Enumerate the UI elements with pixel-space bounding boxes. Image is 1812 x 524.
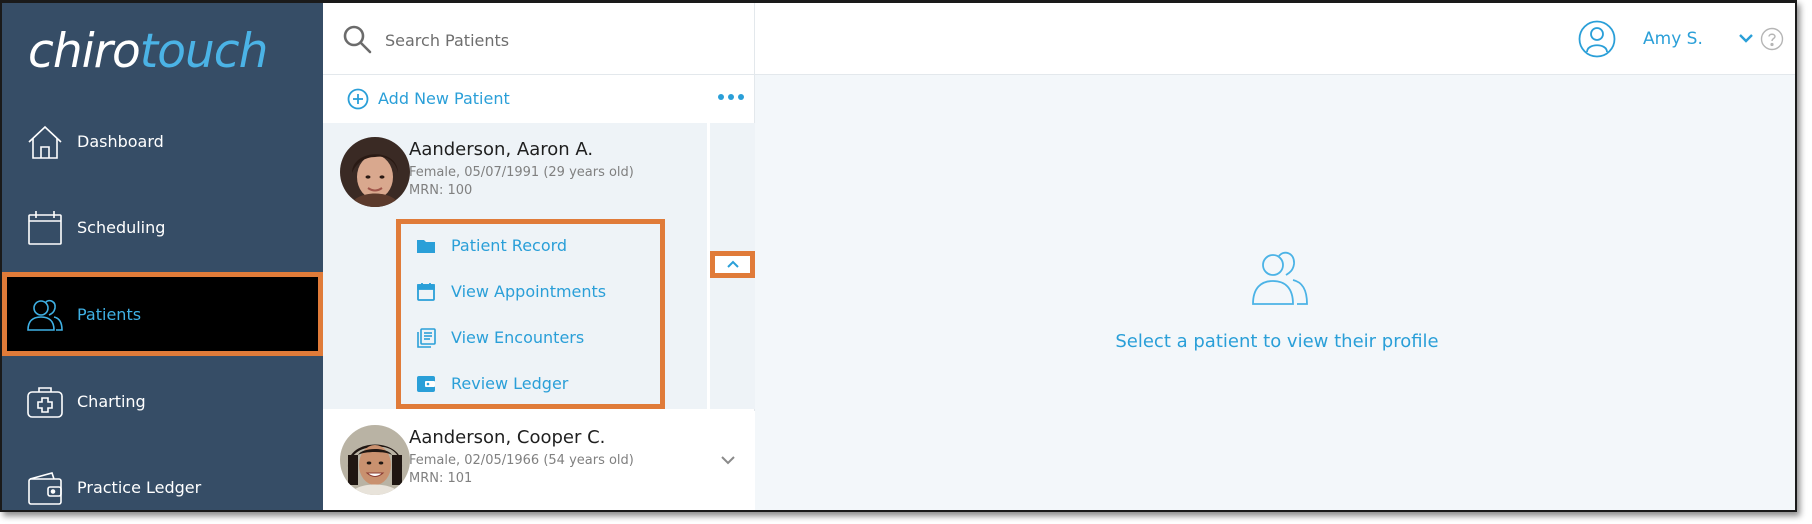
patient-actions-menu: Patient Record View Appointments View En… bbox=[396, 219, 665, 409]
patient-details: Female, 02/05/1966 (54 years old) bbox=[409, 453, 634, 468]
patient-avatar bbox=[340, 137, 410, 207]
top-header: Amy S. bbox=[755, 3, 1795, 75]
patient-details: Female, 05/07/1991 (29 years old) bbox=[409, 165, 634, 180]
logo-text-chiro: chiro bbox=[28, 24, 141, 79]
chevron-down-icon[interactable] bbox=[719, 453, 737, 467]
app-window: chirotouch Dashboard Scheduling Patients… bbox=[0, 0, 1797, 512]
patient-card[interactable]: Aanderson, Cooper C. Female, 02/05/1966 … bbox=[323, 411, 755, 510]
app-logo: chirotouch bbox=[28, 17, 269, 87]
sidebar-item-practice-ledger[interactable]: Practice Ledger bbox=[2, 445, 323, 510]
empty-state-message: Select a patient to view their profile bbox=[1115, 331, 1439, 352]
patient-name: Aanderson, Aaron A. bbox=[409, 139, 594, 160]
action-label: View Encounters bbox=[451, 328, 585, 347]
collapse-patient-button[interactable] bbox=[710, 251, 755, 278]
search-input[interactable] bbox=[383, 23, 727, 57]
logo-text-touch: touch bbox=[139, 24, 269, 79]
search-bar bbox=[323, 3, 755, 75]
sidebar-item-label: Patients bbox=[77, 305, 142, 324]
patient-mrn: MRN: 100 bbox=[409, 183, 473, 198]
chevron-up-icon bbox=[727, 260, 739, 268]
patient-list-panel: Add New Patient Aanderson, Aaron A. Fema… bbox=[323, 75, 755, 510]
action-label: Review Ledger bbox=[451, 374, 569, 393]
users-icon bbox=[27, 299, 63, 331]
sidebar-item-scheduling[interactable]: Scheduling bbox=[2, 185, 323, 271]
more-options-icon[interactable] bbox=[717, 87, 745, 107]
add-new-patient-label: Add New Patient bbox=[378, 89, 510, 108]
chevron-down-icon[interactable] bbox=[1737, 32, 1755, 46]
user-avatar-icon[interactable] bbox=[1578, 20, 1616, 58]
sidebar-item-label: Scheduling bbox=[77, 218, 166, 237]
sidebar: chirotouch Dashboard Scheduling Patients… bbox=[2, 3, 323, 510]
help-icon[interactable] bbox=[1760, 27, 1784, 51]
wallet-icon bbox=[28, 472, 62, 505]
ledger-icon bbox=[417, 376, 435, 392]
sidebar-item-label: Charting bbox=[77, 392, 146, 411]
search-icon bbox=[343, 25, 372, 54]
sidebar-item-charting[interactable]: Charting bbox=[2, 359, 323, 445]
house-icon bbox=[28, 125, 62, 159]
calendar-icon bbox=[417, 283, 435, 301]
folder-icon bbox=[417, 240, 435, 253]
plus-circle-icon bbox=[347, 88, 369, 110]
documents-icon bbox=[417, 328, 436, 348]
patient-name: Aanderson, Cooper C. bbox=[409, 427, 606, 448]
action-label: View Appointments bbox=[451, 282, 607, 301]
calendar-icon bbox=[28, 211, 62, 245]
sidebar-item-patients[interactable]: Patients bbox=[2, 272, 323, 356]
user-menu-name[interactable]: Amy S. bbox=[1643, 3, 1703, 75]
sidebar-item-label: Dashboard bbox=[77, 132, 164, 151]
sidebar-item-dashboard[interactable]: Dashboard bbox=[2, 99, 323, 185]
patient-mrn: MRN: 101 bbox=[409, 471, 473, 486]
sidebar-item-label: Practice Ledger bbox=[77, 478, 202, 497]
action-label: Patient Record bbox=[451, 236, 568, 255]
patient-avatar bbox=[340, 425, 410, 495]
users-icon bbox=[1252, 251, 1308, 305]
medical-kit-icon bbox=[27, 387, 63, 418]
